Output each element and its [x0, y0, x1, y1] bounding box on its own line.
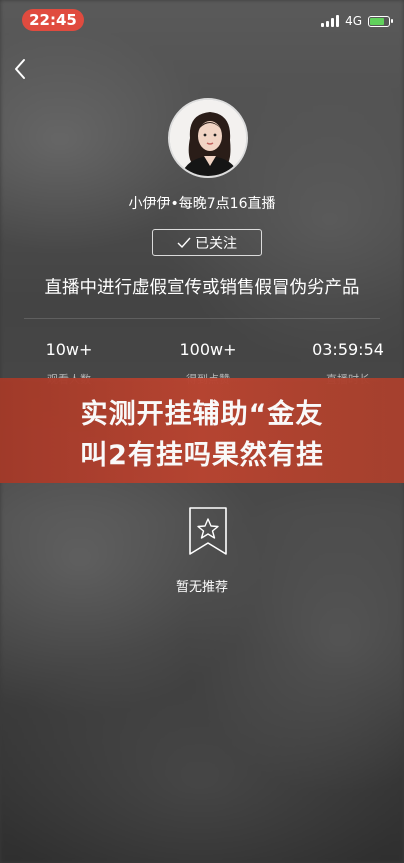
anchor-avatar[interactable] — [168, 98, 248, 178]
stat-value: 10w+ — [45, 340, 93, 359]
back-chevron-icon[interactable] — [10, 56, 32, 82]
battery-icon — [368, 15, 393, 27]
status-indicators: 4G — [321, 12, 393, 30]
network-type: 4G — [345, 14, 362, 28]
empty-state-text: 暂无推荐 — [175, 580, 228, 595]
anchor-name: 小伊伊•每晚7点16直播 — [128, 196, 276, 212]
stat-value: 03:59:54 — [312, 340, 384, 359]
divider — [24, 318, 380, 319]
stat-value: 100w+ — [179, 340, 237, 359]
status-time: 22:45 — [22, 9, 84, 31]
bookmark-star-icon — [189, 507, 227, 555]
banner-line-2: 叫2有挂吗果然有挂 — [80, 440, 324, 471]
followed-button[interactable]: 已关注 — [152, 229, 262, 256]
status-bar: 22:45 4G — [0, 0, 404, 40]
banner-line-1: 实测开挂辅助“金友 — [80, 399, 324, 430]
signal-icon — [321, 15, 340, 27]
violation-notice: 直播中进行虚假宣传或销售假冒伪劣产品 — [44, 278, 360, 298]
check-icon — [177, 237, 191, 248]
followed-label: 已关注 — [195, 235, 237, 252]
overlay-banner: 实测开挂辅助“金友 叫2有挂吗果然有挂 — [0, 378, 404, 483]
